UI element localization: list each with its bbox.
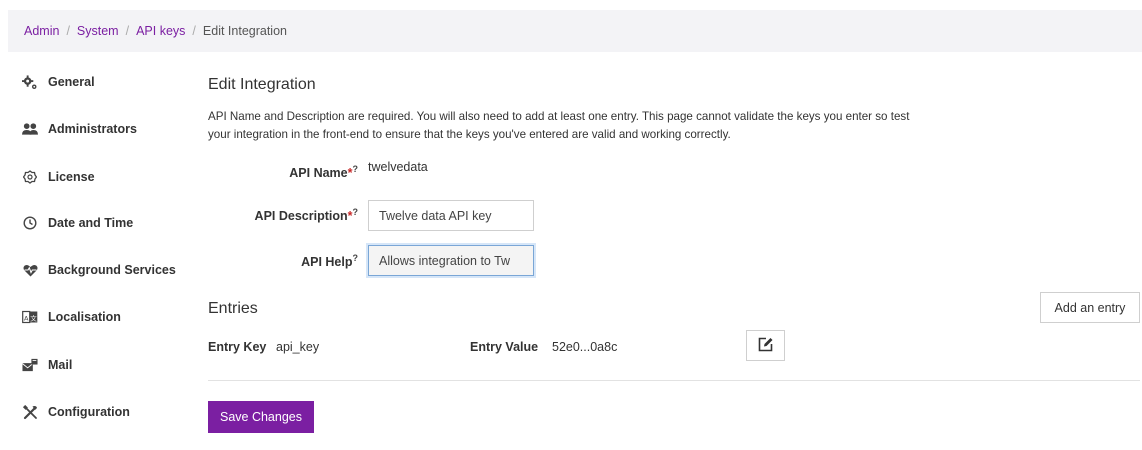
api-name-help-icon[interactable]: ?	[353, 164, 359, 174]
clock-icon	[22, 215, 38, 231]
api-help-label: API Help?	[208, 253, 358, 269]
entry-value-value: 52e0...0a8c	[552, 340, 618, 354]
sidebar-item-configuration[interactable]: Configuration	[8, 394, 188, 430]
breadcrumb-system[interactable]: System	[77, 24, 119, 38]
api-name-label-text: API Name	[289, 166, 348, 181]
sidebar-item-label: Configuration	[48, 405, 130, 419]
entry-value-label: Entry Value	[470, 340, 539, 354]
save-changes-button[interactable]: Save Changes	[208, 401, 314, 433]
intro-text: API Name and Description are required. Y…	[208, 110, 910, 141]
sidebar-item-date-and-time[interactable]: Date and Time	[8, 205, 188, 241]
breadcrumb-separator: /	[66, 24, 70, 38]
api-name-value: twelvedata	[368, 160, 428, 174]
tools-icon	[22, 404, 38, 420]
sidebar-item-label: General	[48, 75, 95, 89]
sidebar-item-label: Administrators	[48, 122, 137, 136]
entry-key-value: api_key	[276, 340, 320, 354]
api-description-help-icon[interactable]: ?	[353, 207, 359, 217]
breadcrumb-separator: /	[125, 24, 130, 38]
svg-text:A: A	[24, 314, 29, 322]
sidebar-item-background-services[interactable]: Background Services	[8, 252, 188, 288]
api-description-label: API Description*?	[208, 207, 358, 223]
svg-text:文: 文	[30, 313, 37, 322]
main-content: Edit Integration API Name and Descriptio…	[208, 0, 1142, 450]
api-name-label: API Name*?	[208, 164, 358, 180]
sidebar-item-administrators[interactable]: Administrators	[8, 111, 188, 147]
edit-entry-button[interactable]	[746, 330, 785, 361]
add-entry-button[interactable]: Add an entry	[1040, 292, 1140, 323]
certificate-icon	[22, 169, 38, 185]
api-description-label-text: API Description	[254, 209, 348, 224]
api-description-input[interactable]	[368, 200, 534, 231]
entries-title: Entries	[208, 300, 258, 317]
breadcrumb-separator: /	[192, 24, 196, 38]
language-icon: A文	[22, 309, 38, 325]
sidebar-item-localisation[interactable]: A文 Localisation	[8, 299, 188, 335]
gears-icon	[22, 74, 38, 90]
breadcrumb-api-keys[interactable]: API keys	[136, 24, 185, 38]
sidebar-item-license[interactable]: License	[8, 159, 188, 195]
sidebar-item-label: Mail	[48, 358, 73, 372]
sidebar-item-label: License	[48, 170, 95, 184]
divider	[208, 380, 1140, 381]
page-title: Edit Integration	[208, 76, 316, 93]
entry-key-label: Entry Key	[208, 340, 267, 354]
sidebar-item-label: Date and Time	[48, 216, 134, 230]
api-help-input[interactable]	[368, 245, 534, 276]
mail-bulk-icon	[22, 357, 38, 373]
breadcrumb-admin[interactable]: Admin	[24, 24, 59, 38]
heartbeat-icon	[22, 262, 38, 278]
sidebar-item-label: Localisation	[48, 310, 121, 324]
sidebar-item-general[interactable]: General	[8, 64, 188, 100]
sidebar-item-mail[interactable]: Mail	[8, 347, 188, 383]
api-help-label-text: API Help	[301, 255, 353, 270]
users-icon	[22, 121, 38, 137]
api-help-help-icon[interactable]: ?	[353, 253, 359, 263]
edit-icon	[758, 337, 773, 355]
sidebar-item-label: Background Services	[48, 263, 176, 277]
